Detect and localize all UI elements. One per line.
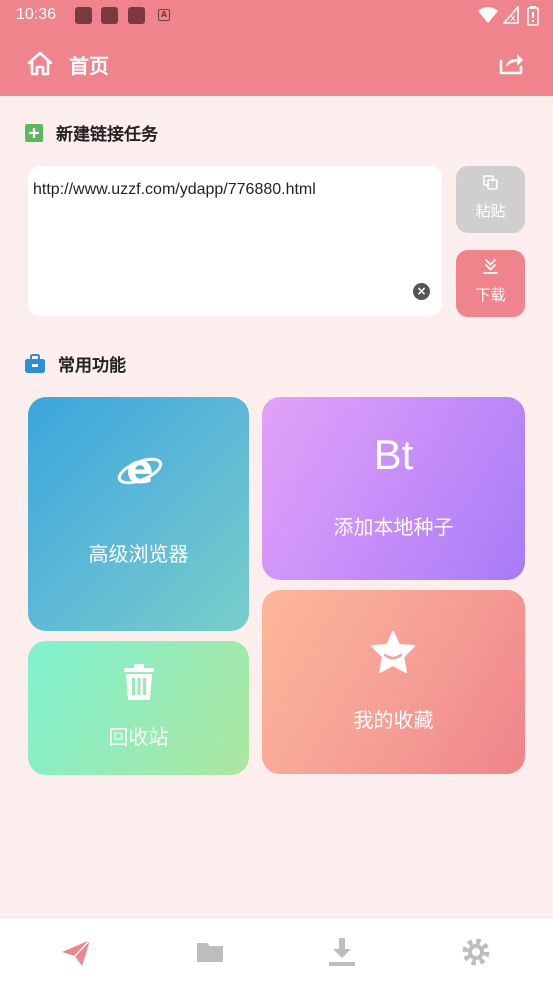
paste-label: 粘贴 bbox=[475, 202, 506, 220]
plus-square-icon bbox=[25, 123, 43, 142]
battery-icon bbox=[527, 6, 539, 26]
app-bar: 首页 bbox=[0, 32, 553, 96]
recycle-bin-label: 回收站 bbox=[108, 725, 169, 749]
bt-icon: Bt bbox=[373, 431, 414, 478]
notification-a-icon: A bbox=[158, 9, 170, 21]
download-button[interactable]: 下载 bbox=[456, 250, 525, 317]
star-icon bbox=[371, 631, 415, 673]
wifi-icon bbox=[478, 7, 498, 23]
send-icon[interactable] bbox=[60, 936, 92, 968]
add-torrent-card[interactable]: Bt 添加本地种子 bbox=[262, 397, 525, 580]
notification-icon bbox=[101, 7, 118, 24]
signal-icon: x bbox=[503, 6, 519, 24]
common-functions-title: 常用功能 bbox=[58, 356, 126, 376]
share-icon[interactable] bbox=[497, 49, 525, 77]
notification-icon bbox=[75, 7, 92, 24]
download-tray-icon[interactable] bbox=[326, 936, 358, 968]
new-task-title: 新建链接任务 bbox=[56, 125, 158, 145]
url-input-value[interactable]: http://www.uzzf.com/ydapp/776880.html bbox=[33, 181, 316, 199]
svg-text:e: e bbox=[126, 447, 153, 491]
new-task-header: 新建链接任务 bbox=[24, 120, 158, 145]
favorites-label: 我的收藏 bbox=[353, 708, 434, 732]
status-bar: 10:36 A x bbox=[0, 0, 553, 32]
add-torrent-label: 添加本地种子 bbox=[333, 515, 454, 539]
clear-icon[interactable]: × bbox=[413, 283, 430, 300]
browser-card[interactable]: e 高级浏览器 bbox=[28, 397, 249, 631]
copy-icon bbox=[483, 175, 498, 190]
toolbox-icon bbox=[25, 353, 45, 373]
paste-button[interactable]: 粘贴 bbox=[456, 166, 525, 233]
browser-label: 高级浏览器 bbox=[88, 542, 189, 566]
favorites-card[interactable]: 我的收藏 bbox=[262, 590, 525, 774]
recycle-bin-card[interactable]: 回收站 bbox=[28, 641, 249, 775]
browser-e-icon: e bbox=[117, 447, 163, 491]
status-time: 10:36 bbox=[16, 6, 57, 23]
home-icon[interactable] bbox=[26, 49, 54, 77]
page-title: 首页 bbox=[69, 54, 109, 78]
gear-icon[interactable] bbox=[460, 936, 492, 968]
trash-icon bbox=[124, 664, 154, 700]
download-arrow-icon bbox=[483, 259, 498, 274]
svg-text:x: x bbox=[510, 13, 516, 24]
bottom-nav bbox=[0, 917, 553, 984]
url-input[interactable]: http://www.uzzf.com/ydapp/776880.html × bbox=[28, 166, 442, 316]
common-functions-header: 常用功能 bbox=[24, 351, 126, 376]
download-label: 下载 bbox=[475, 286, 506, 304]
notification-icon bbox=[128, 7, 145, 24]
folder-icon[interactable] bbox=[194, 936, 226, 968]
